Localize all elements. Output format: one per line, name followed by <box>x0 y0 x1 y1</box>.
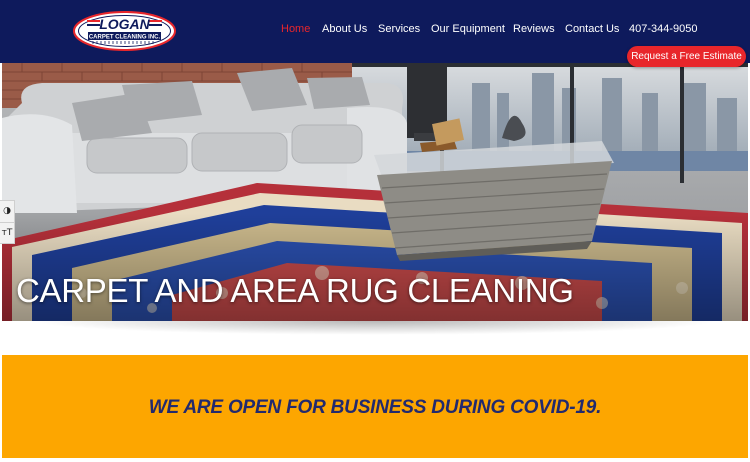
request-estimate-button[interactable]: Request a Free Estimate <box>627 46 746 67</box>
covid-message: WE ARE OPEN FOR BUSINESS DURING COVID-19… <box>148 397 602 418</box>
logo-tagline: CARPET CLEANING INC. <box>89 35 161 41</box>
accessibility-toolbar: ◑ ᴛT <box>0 200 15 244</box>
nav-our-equipment[interactable]: Our Equipment <box>431 23 505 35</box>
hero-banner: CARPET AND AREA RUG CLEANING <box>2 63 748 321</box>
logo[interactable]: LOGAN CARPET CLEANING INC. <box>73 11 176 51</box>
logo-name: LOGAN <box>99 16 150 32</box>
nav-phone-link[interactable]: 407-344-9050 <box>629 23 698 35</box>
nav-about-us[interactable]: About Us <box>322 23 367 35</box>
nav-services[interactable]: Services <box>378 23 420 35</box>
hero-title: CARPET AND AREA RUG CLEANING <box>16 272 574 309</box>
nav-contact-us[interactable]: Contact Us <box>565 23 619 35</box>
hero-shadow <box>30 321 720 335</box>
nav-home[interactable]: Home <box>281 23 310 35</box>
contrast-icon[interactable]: ◑ <box>0 201 14 222</box>
covid-banner: WE ARE OPEN FOR BUSINESS DURING COVID-19… <box>2 355 748 458</box>
text-size-icon[interactable]: ᴛT <box>0 222 14 243</box>
nav-reviews[interactable]: Reviews <box>513 23 555 35</box>
